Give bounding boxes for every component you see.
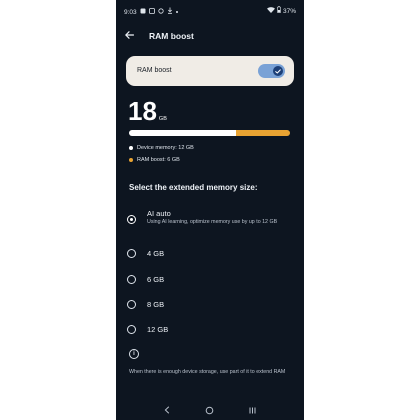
nav-back-button[interactable] <box>160 403 174 417</box>
status-right: 37% <box>266 6 296 16</box>
ram-boost-switch[interactable] <box>258 64 285 78</box>
legend-device-label: Device memory: 12 GB <box>137 145 194 151</box>
page-title: RAM boost <box>149 31 194 41</box>
status-bar: 9:03 37% <box>116 0 304 20</box>
total-memory-unit: GB <box>158 116 167 122</box>
battery-icon <box>277 6 281 16</box>
radio-8gb[interactable] <box>127 300 136 309</box>
option-label: 12 GB <box>147 325 169 334</box>
check-icon <box>275 68 281 73</box>
option-label: 8 GB <box>147 300 165 309</box>
arrow-left-icon <box>124 31 134 39</box>
radio-4gb[interactable] <box>127 249 136 258</box>
memory-bar-device-segment <box>129 130 237 136</box>
nav-home-button[interactable] <box>203 403 217 417</box>
navigation-bar <box>116 400 304 420</box>
status-time: 9:03 <box>124 8 137 16</box>
switch-thumb <box>273 66 283 76</box>
app-bar: RAM boost <box>116 24 304 48</box>
info-text: When there is enough device storage, use… <box>129 369 286 375</box>
option-label: 4 GB <box>147 249 165 258</box>
option-label: AI auto <box>147 209 171 218</box>
legend-boost-dot <box>129 158 133 162</box>
option-label: 6 GB <box>147 275 165 284</box>
radio-ai-auto[interactable] <box>127 215 136 224</box>
radio-6gb[interactable] <box>127 275 136 284</box>
notification-app-icon <box>140 8 146 17</box>
nav-home-icon <box>206 406 214 414</box>
total-memory-value: 18 <box>128 96 157 126</box>
nav-recents-button[interactable] <box>246 403 260 417</box>
more-notifications-dot-icon <box>175 11 178 13</box>
download-icon <box>167 7 173 17</box>
nav-recents-icon <box>249 407 256 413</box>
ram-boost-toggle-label: RAM boost <box>137 67 172 74</box>
section-title: Select the extended memory size: <box>129 183 258 192</box>
wifi-icon <box>266 6 275 16</box>
radio-12gb[interactable] <box>127 325 136 334</box>
legend-boost-label: RAM boost: 6 GB <box>137 157 180 163</box>
notification-sync-icon <box>158 7 164 17</box>
option-12gb[interactable]: 12 GB <box>125 324 295 336</box>
option-ai-auto[interactable]: AI auto Using AI learning, optimize memo… <box>125 209 295 237</box>
memory-bar-boost-segment <box>236 130 290 136</box>
notification-b-icon <box>148 7 155 17</box>
memory-bar <box>129 130 290 136</box>
total-memory: 18 GB <box>128 98 167 124</box>
ram-boost-toggle-card[interactable]: RAM boost <box>126 56 294 86</box>
phone-screen: 9:03 37% RAM boost RAM boost 18 GB Devic… <box>116 0 304 420</box>
legend-boost: RAM boost: 6 GB <box>129 157 180 163</box>
battery-percent: 37% <box>282 7 296 15</box>
legend-device: Device memory: 12 GB <box>129 145 194 151</box>
option-4gb[interactable]: 4 GB <box>125 248 295 260</box>
info-icon: i <box>129 349 139 359</box>
nav-back-icon <box>164 406 170 414</box>
option-description: Using AI learning, optimize memory use b… <box>147 219 278 225</box>
back-button[interactable] <box>122 28 136 42</box>
legend-device-dot <box>129 146 133 150</box>
option-6gb[interactable]: 6 GB <box>125 274 295 286</box>
status-left: 9:03 <box>124 7 178 17</box>
option-8gb[interactable]: 8 GB <box>125 299 295 311</box>
